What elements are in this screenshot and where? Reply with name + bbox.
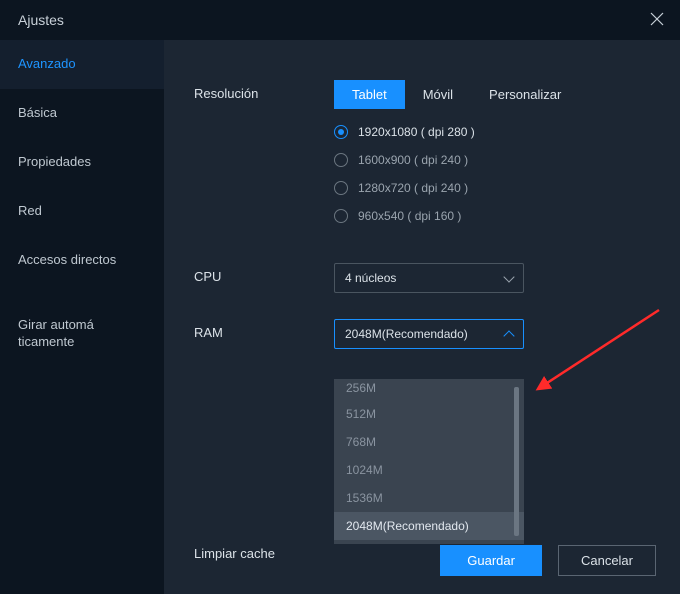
- chevron-down-icon: [503, 271, 514, 282]
- radio-1920x1080[interactable]: 1920x1080 ( dpi 280 ): [334, 125, 680, 139]
- cache-label: Limpiar cache: [194, 540, 334, 561]
- option-label: 1024M: [346, 463, 383, 477]
- ram-option-768m[interactable]: 768M: [334, 428, 524, 456]
- ram-option-512m[interactable]: 512M: [334, 400, 524, 428]
- option-label: 1536M: [346, 491, 383, 505]
- setting-row-cpu: CPU 4 núcleos: [194, 263, 680, 293]
- page-title: Ajustes: [18, 12, 64, 28]
- button-label: Guardar: [467, 553, 515, 568]
- radio-960x540[interactable]: 960x540 ( dpi 160 ): [334, 209, 680, 223]
- sidebar-item-label: Red: [18, 203, 42, 218]
- radio-icon: [334, 125, 348, 139]
- setting-row-ram: RAM 2048M(Recomendado) 256M 512M: [194, 319, 680, 514]
- scrollbar[interactable]: [514, 387, 519, 536]
- close-icon[interactable]: [650, 12, 666, 28]
- option-label: 2048M(Recomendado): [346, 519, 469, 533]
- sidebar-item-label: Propiedades: [18, 154, 91, 169]
- button-label: Cancelar: [581, 553, 633, 568]
- sidebar: Avanzado Básica Propiedades Red Accesos …: [0, 40, 164, 594]
- resolution-radio-group: 1920x1080 ( dpi 280 ) 1600x900 ( dpi 240…: [334, 125, 680, 223]
- option-label: 768M: [346, 435, 376, 449]
- settings-content: Resolución Tablet Móvil Personalizar: [164, 40, 680, 594]
- radio-label: 1920x1080 ( dpi 280 ): [358, 125, 475, 139]
- tab-label: Móvil: [423, 87, 453, 102]
- tab-label: Personalizar: [489, 87, 561, 102]
- tab-personalizar[interactable]: Personalizar: [471, 80, 579, 109]
- radio-label: 960x540 ( dpi 160 ): [358, 209, 461, 223]
- sidebar-item-label: Accesos directos: [18, 252, 116, 267]
- cpu-dropdown[interactable]: 4 núcleos: [334, 263, 524, 293]
- ram-option-1536m[interactable]: 1536M: [334, 484, 524, 512]
- setting-row-resolution: Resolución Tablet Móvil Personalizar: [194, 80, 680, 237]
- option-label: 512M: [346, 407, 376, 421]
- sidebar-item-accesos[interactable]: Accesos directos: [0, 236, 164, 285]
- sidebar-item-label: Básica: [18, 105, 57, 120]
- radio-1600x900[interactable]: 1600x900 ( dpi 240 ): [334, 153, 680, 167]
- tab-tablet[interactable]: Tablet: [334, 80, 405, 109]
- sidebar-item-avanzado[interactable]: Avanzado: [0, 40, 164, 89]
- option-label: 256M: [346, 381, 376, 395]
- radio-icon: [334, 153, 348, 167]
- sidebar-item-propiedades[interactable]: Propiedades: [0, 138, 164, 187]
- sidebar-item-basica[interactable]: Básica: [0, 89, 164, 138]
- sidebar-item-label: Avanzado: [18, 56, 76, 71]
- ram-option-1024m[interactable]: 1024M: [334, 456, 524, 484]
- radio-label: 1280x720 ( dpi 240 ): [358, 181, 468, 195]
- chevron-up-icon: [503, 330, 514, 341]
- sidebar-item-red[interactable]: Red: [0, 187, 164, 236]
- footer-buttons: Guardar Cancelar: [440, 545, 656, 576]
- ram-dropdown-list: 256M 512M 768M 1024M 1536M: [334, 379, 524, 544]
- cancel-button[interactable]: Cancelar: [558, 545, 656, 576]
- tab-movil[interactable]: Móvil: [405, 80, 471, 109]
- ram-dropdown[interactable]: 2048M(Recomendado): [334, 319, 524, 349]
- resolution-tabs: Tablet Móvil Personalizar: [334, 80, 680, 109]
- cpu-value: 4 núcleos: [345, 271, 396, 285]
- ram-label: RAM: [194, 319, 334, 340]
- radio-icon: [334, 181, 348, 195]
- radio-1280x720[interactable]: 1280x720 ( dpi 240 ): [334, 181, 680, 195]
- ram-option-256m[interactable]: 256M: [334, 383, 524, 400]
- sidebar-item-label: Girar automá ticamente: [18, 317, 94, 349]
- save-button[interactable]: Guardar: [440, 545, 542, 576]
- ram-value: 2048M(Recomendado): [345, 327, 468, 341]
- resolution-label: Resolución: [194, 80, 334, 101]
- sidebar-item-girar[interactable]: Girar automá ticamente: [0, 284, 164, 367]
- tab-label: Tablet: [352, 87, 387, 102]
- window-header: Ajustes: [0, 0, 680, 40]
- ram-option-2048m[interactable]: 2048M(Recomendado): [334, 512, 524, 540]
- radio-label: 1600x900 ( dpi 240 ): [358, 153, 468, 167]
- cpu-label: CPU: [194, 263, 334, 284]
- radio-icon: [334, 209, 348, 223]
